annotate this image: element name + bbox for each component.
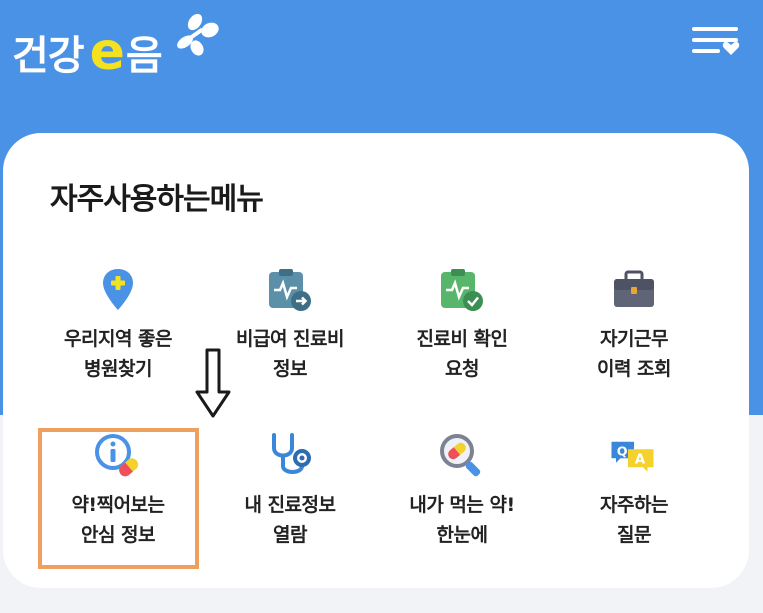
- app-logo[interactable]: 건강 e 음: [12, 13, 219, 83]
- magnifier-pill-icon: [438, 432, 486, 480]
- menu-item-label: 진료비 확인 요청: [416, 328, 508, 380]
- clipboard-arrow-icon: [266, 266, 314, 314]
- menu-item-my-medications[interactable]: 내가 먹는 약! 한눈에: [377, 432, 547, 572]
- logo-suffix: 음: [125, 33, 163, 79]
- menu-item-my-medical-info[interactable]: 내 진료정보 열람: [205, 432, 375, 572]
- logo-sparkle-icon: [177, 13, 219, 56]
- highlight-box: [38, 428, 199, 569]
- menu-item-label: 우리지역 좋은 병원찾기: [64, 328, 173, 380]
- briefcase-icon: [610, 266, 658, 314]
- qa-bubbles-icon: Q A: [610, 432, 658, 480]
- location-pin-plus-icon: [94, 266, 142, 314]
- logo-prefix: 건강: [12, 33, 85, 79]
- menu-item-label: 비급여 진료비 정보: [236, 328, 345, 380]
- menu-item-find-hospital[interactable]: 우리지역 좋은 병원찾기: [33, 266, 203, 406]
- section-title: 자주사용하는메뉴: [50, 182, 264, 217]
- clipboard-check-icon: [438, 266, 486, 314]
- menu-item-faq[interactable]: Q A 자주하는 질문: [549, 432, 719, 572]
- svg-text:Q: Q: [617, 444, 628, 459]
- menu-item-label: 내가 먹는 약! 한눈에: [409, 494, 515, 546]
- menu-item-label: 자주하는 질문: [600, 494, 668, 546]
- logo-e: e: [89, 22, 125, 83]
- menu-item-label: 내 진료정보 열람: [244, 494, 336, 546]
- menu-item-label: 자기근무 이력 조회: [596, 328, 672, 380]
- menu-item-fee-check[interactable]: 진료비 확인 요청: [377, 266, 547, 406]
- down-arrow-icon: [195, 348, 231, 418]
- menu-item-work-history[interactable]: 자기근무 이력 조회: [549, 266, 719, 406]
- hamburger-heart-icon[interactable]: [690, 24, 742, 56]
- stethoscope-icon: [266, 432, 314, 480]
- svg-text:A: A: [635, 452, 646, 468]
